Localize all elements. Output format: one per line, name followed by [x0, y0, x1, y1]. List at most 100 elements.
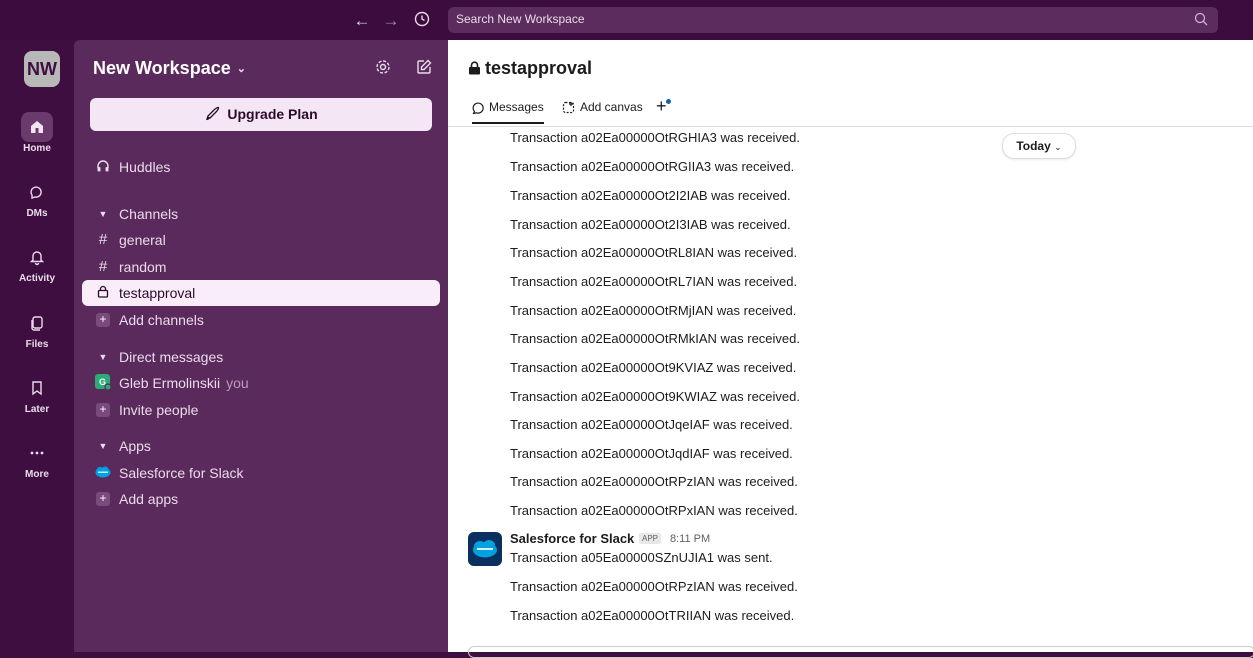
- message-text: Transaction a02Ea00000OtJqeIAF was recei…: [510, 417, 793, 432]
- more-icon: [21, 438, 53, 468]
- message-text: Transaction a02Ea00000OtRPxIAN was recei…: [510, 503, 798, 518]
- channel-header[interactable]: testapproval: [468, 58, 592, 79]
- date-divider-button[interactable]: Today ⌄: [1002, 133, 1076, 159]
- rocket-icon: [206, 106, 220, 121]
- huddles-label: Huddles: [119, 159, 171, 175]
- lock-icon: [95, 280, 111, 306]
- message-text: Transaction a02Ea00000OtRGHIA3 was recei…: [510, 130, 801, 145]
- add-channels-button[interactable]: + Add channels: [82, 307, 440, 333]
- app-name: Salesforce for Slack: [119, 465, 244, 481]
- search-icon: [1194, 12, 1208, 26]
- sender-name[interactable]: Salesforce for Slack: [510, 531, 634, 546]
- files-icon: [21, 308, 53, 338]
- plus-icon: +: [95, 307, 111, 333]
- workspace-avatar[interactable]: NW: [24, 51, 60, 87]
- caret-down-icon: ▼: [98, 209, 108, 219]
- caret-down-icon: ▼: [98, 352, 108, 362]
- section-direct-messages[interactable]: ▼ Direct messages: [82, 344, 440, 370]
- add-tab-button[interactable]: +: [656, 96, 671, 122]
- dm-header: Direct messages: [119, 349, 224, 365]
- sidebar-item-huddles[interactable]: Huddles: [82, 154, 440, 180]
- message-text: Transaction a02Ea00000Ot2I2IAB was recei…: [510, 188, 791, 203]
- rail-files[interactable]: Files: [0, 308, 74, 350]
- tab-add-canvas-label: Add canvas: [580, 100, 643, 114]
- upgrade-plan-label: Upgrade Plan: [227, 106, 318, 122]
- rail-more-label: More: [25, 469, 49, 480]
- left-rail: NW Home DMs Activity Files Later More: [0, 40, 74, 652]
- salesforce-avatar[interactable]: [468, 532, 502, 566]
- plus-icon: +: [95, 397, 111, 423]
- bell-icon: [21, 242, 53, 272]
- caret-down-icon: ▼: [98, 441, 108, 451]
- gear-icon[interactable]: [374, 58, 392, 76]
- history-icon[interactable]: [412, 11, 432, 31]
- invite-people-label: Invite people: [119, 402, 199, 418]
- channel-tabs: Messages Add canvas +: [448, 96, 1253, 127]
- channel-name: testapproval: [119, 285, 196, 301]
- home-icon: [21, 112, 53, 142]
- rail-more[interactable]: More: [0, 438, 74, 480]
- channel-title: testapproval: [485, 58, 593, 78]
- rail-dms[interactable]: DMs: [0, 177, 74, 219]
- invite-people-button[interactable]: + Invite people: [82, 397, 440, 423]
- rail-activity[interactable]: Activity: [0, 242, 74, 284]
- channels-header: Channels: [119, 206, 179, 222]
- chevron-down-icon: ⌄: [1054, 142, 1062, 152]
- message-text: Transaction a02Ea00000Ot9KVIAZ was recei…: [510, 360, 797, 375]
- section-channels[interactable]: ▼ Channels: [82, 201, 440, 227]
- workspace-name[interactable]: New Workspace ⌄: [93, 58, 246, 79]
- upgrade-plan-button[interactable]: Upgrade Plan: [90, 98, 432, 131]
- rail-later-label: Later: [24, 404, 50, 415]
- back-arrow-icon[interactable]: ←: [352, 11, 372, 31]
- section-apps[interactable]: ▼ Apps: [82, 433, 440, 459]
- you-label: you: [226, 375, 249, 391]
- tab-messages-label: Messages: [489, 100, 544, 114]
- sidebar: New Workspace ⌄ Upgrade Plan Huddles ▼ Ch…: [74, 40, 448, 652]
- headphones-icon: [95, 154, 111, 180]
- tab-add-canvas[interactable]: Add canvas: [562, 100, 643, 126]
- plus-icon: +: [656, 96, 667, 116]
- top-bar: ← → Search New Workspace: [0, 0, 1253, 40]
- channel-name: random: [119, 259, 167, 275]
- lock-icon: [469, 61, 480, 75]
- search-placeholder: Search New Workspace: [456, 12, 585, 26]
- message-text: Transaction a02Ea00000OtRMkIAN was recei…: [510, 331, 800, 346]
- message-text: Transaction a02Ea00000Ot9KWIAZ was recei…: [510, 389, 800, 404]
- message-text: Transaction a02Ea00000OtRMjIAN was recei…: [510, 303, 797, 318]
- add-channels-label: Add channels: [119, 312, 204, 328]
- forward-arrow-icon[interactable]: →: [381, 11, 401, 31]
- salesforce-icon: [473, 540, 497, 558]
- message-text: Transaction a02Ea00000OtRPzIAN was recei…: [510, 579, 798, 594]
- canvas-icon: [562, 101, 575, 114]
- salesforce-icon: [95, 460, 111, 486]
- notification-dot: [666, 99, 671, 104]
- add-apps-button[interactable]: + Add apps: [82, 486, 440, 512]
- message-timestamp[interactable]: 8:11 PM: [670, 533, 710, 545]
- message-icon: [472, 102, 484, 115]
- message-composer[interactable]: [468, 646, 1253, 658]
- message-text: Transaction a02Ea00000OtRL7IAN was recei…: [510, 274, 798, 289]
- message-text: Transaction a02Ea00000OtRPzIAN was recei…: [510, 474, 798, 489]
- rail-home-label: Home: [23, 143, 51, 154]
- message-text: Transaction a02Ea00000OtRL8IAN was recei…: [510, 245, 798, 260]
- rail-home[interactable]: Home: [0, 112, 74, 154]
- sidebar-item-salesforce[interactable]: Salesforce for Slack: [82, 460, 440, 486]
- compose-icon[interactable]: [415, 58, 433, 76]
- message-text: Transaction a02Ea00000OtJqdIAF was recei…: [510, 446, 793, 461]
- plus-icon: +: [95, 486, 111, 512]
- message-text: Transaction a05Ea00000SZnUJIA1 was sent.: [510, 550, 773, 565]
- hash-icon: #: [98, 258, 108, 275]
- channel-view: testapproval Messages Add canvas + Trans…: [448, 40, 1253, 658]
- tab-messages[interactable]: Messages: [472, 100, 544, 124]
- apps-header: Apps: [119, 438, 151, 454]
- sidebar-item-random[interactable]: # random: [82, 254, 440, 280]
- hash-icon: #: [98, 231, 108, 248]
- today-label: Today: [1016, 139, 1051, 153]
- workspace-name-text: New Workspace: [93, 58, 231, 78]
- sidebar-item-testapproval[interactable]: testapproval: [82, 280, 440, 306]
- dms-icon: [21, 177, 53, 207]
- sidebar-item-dm-gleb[interactable]: G Gleb Ermolinskii you: [82, 370, 440, 396]
- rail-later[interactable]: Later: [0, 373, 74, 415]
- search-input[interactable]: Search New Workspace: [448, 7, 1218, 33]
- sidebar-item-general[interactable]: # general: [82, 227, 440, 253]
